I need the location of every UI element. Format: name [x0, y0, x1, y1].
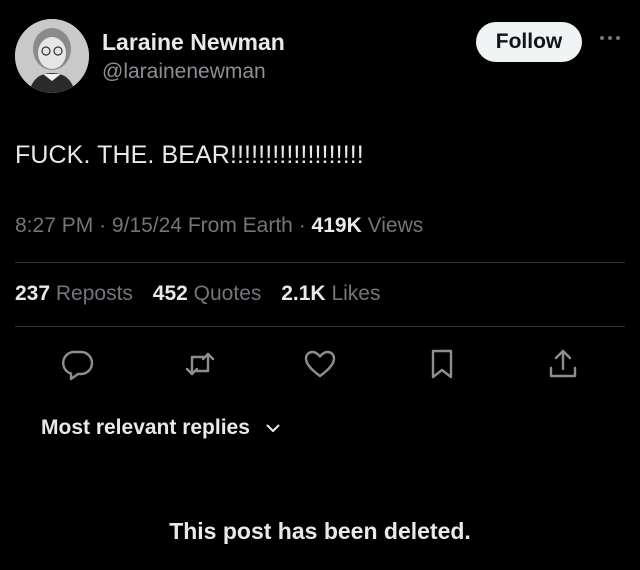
- likes-label: Likes: [331, 282, 381, 305]
- views-count: 419K: [311, 214, 362, 237]
- meta-separator: ·: [99, 214, 107, 237]
- likes-stat[interactable]: 2.1K Likes: [281, 282, 380, 305]
- chevron-down-icon: [266, 424, 280, 432]
- tweet-time[interactable]: 8:27 PM: [15, 214, 93, 237]
- more-options-icon[interactable]: [597, 28, 623, 48]
- like-icon[interactable]: [303, 347, 337, 381]
- replies-sort-dropdown[interactable]: Most relevant replies: [41, 416, 280, 440]
- engagement-stats: 237 Reposts 452 Quotes 2.1K Likes: [15, 282, 394, 306]
- tweet-meta: 8:27 PM · 9/15/24 From Earth · 419K View…: [15, 214, 423, 238]
- repost-icon[interactable]: [183, 347, 217, 381]
- tweet-date[interactable]: 9/15/24: [112, 214, 182, 237]
- reposts-label: Reposts: [55, 282, 133, 305]
- views-label: Views: [367, 214, 424, 237]
- quotes-label: Quotes: [193, 282, 262, 305]
- likes-count: 2.1K: [281, 282, 326, 305]
- reply-icon[interactable]: [61, 347, 95, 381]
- quotes-count: 452: [152, 282, 188, 305]
- author-name[interactable]: Laraine Newman: [102, 29, 285, 56]
- meta-separator: ·: [298, 214, 306, 237]
- tweet-text: FUCK. THE. BEAR!!!!!!!!!!!!!!!!!!!: [15, 141, 364, 169]
- share-icon[interactable]: [546, 347, 580, 381]
- bookmark-icon[interactable]: [425, 347, 459, 381]
- divider: [15, 262, 625, 263]
- reposts-count: 237: [15, 282, 51, 305]
- follow-button[interactable]: Follow: [476, 22, 582, 62]
- tweet-location: From Earth: [187, 214, 293, 237]
- reposts-stat[interactable]: 237 Reposts: [15, 282, 139, 305]
- author-handle[interactable]: @larainenewman: [102, 60, 266, 84]
- replies-sort-label: Most relevant replies: [41, 416, 250, 439]
- avatar[interactable]: [15, 19, 89, 93]
- divider: [15, 326, 625, 327]
- quotes-stat[interactable]: 452 Quotes: [153, 282, 267, 305]
- deleted-post-notice: This post has been deleted.: [169, 518, 471, 544]
